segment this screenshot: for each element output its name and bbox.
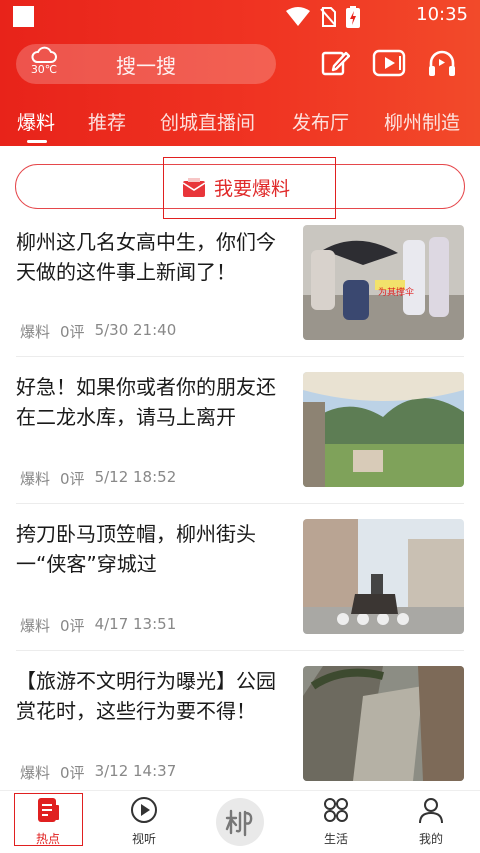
nav-item-media[interactable]: 视听: [109, 796, 179, 848]
news-thumbnail: [303, 519, 464, 634]
active-tab-indicator: [27, 140, 47, 143]
tab-live[interactable]: 创城直播间: [160, 108, 255, 135]
user-icon: [419, 798, 443, 824]
liu-logo-icon: [225, 809, 253, 837]
news-time: 4/17 13:51: [94, 615, 177, 633]
news-tag: 爆料: [20, 764, 51, 782]
news-item[interactable]: 挎刀卧马顶笠帽，柳州街头一“侠客”穿城过 爆料 0评 4/17 13:51: [0, 519, 480, 666]
news-title: 柳州这几名女高中生，你们今天做的这件事上新闻了！: [16, 230, 276, 284]
news-comments: 0评: [60, 764, 85, 782]
edit-button[interactable]: [318, 46, 352, 80]
envelope-icon: [182, 178, 206, 197]
news-time: 5/12 18:52: [94, 468, 177, 486]
thumbnail-caption: 为其撑伞: [378, 286, 414, 297]
video-button[interactable]: [372, 46, 406, 80]
news-thumbnail: [303, 372, 464, 487]
grid-icon: [324, 798, 348, 822]
news-comments: 0评: [60, 617, 85, 635]
nav-item-life[interactable]: 生活: [301, 796, 371, 848]
nav-label: 我的: [418, 832, 443, 846]
tab-baoliao[interactable]: 爆料: [17, 108, 55, 135]
weather-temp: 30℃: [30, 63, 58, 76]
nav-hot-highlight: [14, 793, 83, 846]
edit-icon: [321, 51, 350, 76]
no-sim-icon: [320, 7, 336, 27]
news-tag: 爆料: [20, 617, 51, 635]
battery-icon: [346, 6, 360, 28]
news-title: 挎刀卧马顶笠帽，柳州街头一“侠客”穿城过: [16, 522, 256, 576]
news-title: 【旅游不文明行为曝光】公园赏花时，这些行为要不得！: [16, 669, 276, 723]
report-button-label: 我要爆料: [214, 177, 291, 200]
nav-item-center-logo[interactable]: [216, 798, 264, 846]
news-thumbnail: [303, 666, 464, 781]
news-item[interactable]: 好急！如果你或者你的朋友还在二龙水库，请马上离开 爆料 0评 5/12 18:5…: [0, 372, 480, 519]
tab-press[interactable]: 发布厅: [292, 108, 349, 135]
wifi-icon: [286, 7, 310, 26]
divider: [16, 503, 464, 504]
notification-icon: [13, 6, 34, 27]
status-bar: 10:35: [0, 0, 480, 32]
news-comments: 0评: [60, 323, 85, 341]
video-icon: [372, 49, 406, 77]
category-tabs: 爆料 推荐 创城直播间 发布厅 柳州制造: [0, 100, 480, 146]
nav-item-profile[interactable]: 我的: [396, 796, 466, 848]
divider: [16, 650, 464, 651]
audio-button[interactable]: [425, 46, 459, 80]
weather-widget[interactable]: 30℃: [24, 46, 64, 82]
tab-recommend[interactable]: 推荐: [88, 108, 126, 135]
cloud-icon: [31, 46, 57, 63]
headset-icon: [429, 50, 455, 76]
tab-made-in-liuzhou[interactable]: 柳州制造: [384, 108, 460, 135]
nav-label: 视听: [131, 832, 156, 846]
news-tag: 爆料: [20, 323, 51, 341]
divider: [16, 356, 464, 357]
play-circle-icon: [131, 797, 157, 823]
news-thumbnail: 为其撑伞: [303, 225, 464, 340]
news-tag: 爆料: [20, 470, 51, 488]
nav-label: 生活: [323, 832, 348, 846]
status-time: 10:35: [416, 4, 468, 25]
news-title: 好急！如果你或者你的朋友还在二龙水库，请马上离开: [16, 375, 276, 429]
news-comments: 0评: [60, 470, 85, 488]
news-time: 3/12 14:37: [94, 762, 177, 780]
news-item[interactable]: 柳州这几名女高中生，你们今天做的这件事上新闻了！ 爆料 0评 5/30 21:4…: [0, 225, 480, 372]
news-time: 5/30 21:40: [94, 321, 177, 339]
